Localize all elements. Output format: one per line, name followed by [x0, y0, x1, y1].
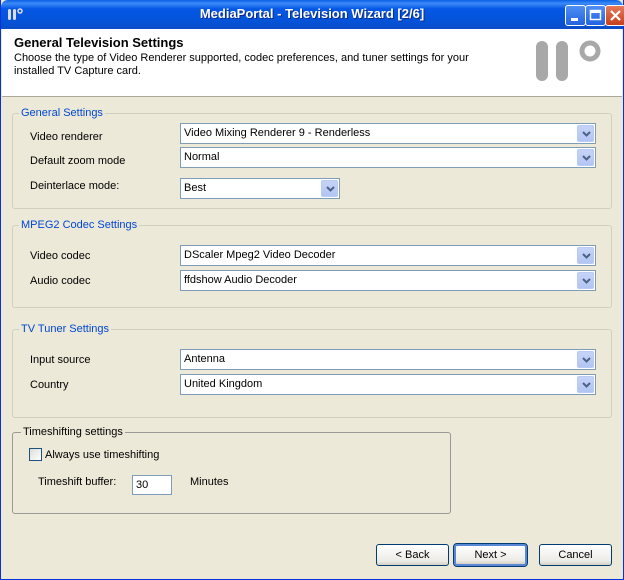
cancel-button[interactable]: Cancel [539, 544, 612, 566]
deinterlace-label: Deinterlace mode: [30, 180, 120, 192]
mediaportal-logo [536, 40, 601, 81]
zoom-mode-value: Normal [184, 151, 220, 163]
input-source-select[interactable]: Antenna [180, 349, 596, 370]
country-select[interactable]: United Kingdom [180, 374, 596, 395]
timeshift-unit-label: Minutes [190, 476, 229, 488]
next-button[interactable]: Next > [453, 543, 528, 567]
input-source-label: Input source [30, 354, 91, 366]
deinterlace-value: Best [184, 182, 207, 194]
country-label: Country [30, 379, 69, 391]
chevron-down-icon [582, 155, 591, 161]
video-renderer-dropdown-button[interactable] [577, 125, 594, 142]
maximize-icon [589, 9, 602, 21]
chevron-down-icon [582, 357, 591, 363]
maximize-button[interactable] [585, 5, 606, 26]
mpeg2-codec-legend: MPEG2 Codec Settings [19, 219, 140, 231]
audio-codec-label: Audio codec [30, 275, 91, 287]
video-renderer-select[interactable]: Video Mixing Renderer 9 - Renderless [180, 123, 596, 144]
always-timeshift-checkbox[interactable] [29, 448, 42, 461]
audio-codec-value: ffdshow Audio Decoder [184, 274, 297, 286]
title-bar[interactable]: MediaPortal - Television Wizard [2/6] [1, 0, 624, 29]
audio-codec-select[interactable]: ffdshow Audio Decoder [180, 270, 596, 291]
zoom-mode-select[interactable]: Normal [180, 147, 596, 168]
tv-tuner-legend: TV Tuner Settings [19, 323, 112, 335]
audio-codec-dropdown-button[interactable] [577, 272, 594, 289]
page-title: General Television Settings [14, 35, 184, 50]
timeshift-buffer-label: Timeshift buffer: [38, 476, 117, 488]
chevron-down-icon [582, 131, 591, 137]
minimize-button[interactable] [565, 5, 586, 26]
minimize-icon [571, 18, 578, 21]
timeshift-buffer-input[interactable]: 30 [132, 475, 172, 495]
mpeg2-codec-group: MPEG2 Codec Settings [12, 219, 612, 308]
chevron-down-icon [326, 186, 335, 192]
close-button[interactable] [605, 5, 624, 26]
video-codec-select[interactable]: DScaler Mpeg2 Video Decoder [180, 245, 596, 266]
video-codec-value: DScaler Mpeg2 Video Decoder [184, 249, 336, 261]
chevron-down-icon [582, 278, 591, 284]
country-value: United Kingdom [184, 378, 263, 390]
deinterlace-select[interactable]: Best [180, 178, 340, 199]
video-codec-label: Video codec [30, 250, 91, 262]
deinterlace-dropdown-button[interactable] [321, 180, 338, 197]
window-title: MediaPortal - Television Wizard [2/6] [199, 6, 425, 21]
video-codec-dropdown-button[interactable] [577, 247, 594, 264]
timeshifting-legend: Timeshifting settings [21, 426, 125, 438]
wizard-header: General Television Settings Choose the t… [2, 29, 622, 97]
always-timeshift-label[interactable]: Always use timeshifting [45, 449, 159, 461]
general-settings-legend: General Settings [19, 107, 105, 119]
zoom-mode-dropdown-button[interactable] [577, 149, 594, 166]
zoom-mode-label: Default zoom mode [30, 155, 126, 167]
page-description: Choose the type of Video Renderer suppor… [14, 52, 469, 77]
video-renderer-label: Video renderer [30, 131, 103, 143]
input-source-dropdown-button[interactable] [577, 351, 594, 368]
timeshifting-group: Timeshifting settings [12, 426, 451, 514]
chevron-down-icon [582, 382, 591, 388]
input-source-value: Antenna [184, 353, 225, 365]
video-renderer-value: Video Mixing Renderer 9 - Renderless [184, 127, 371, 139]
close-icon [610, 10, 621, 21]
back-button[interactable]: < Back [376, 544, 449, 566]
country-dropdown-button[interactable] [577, 376, 594, 393]
wizard-window: MediaPortal - Television Wizard [2/6] Ge… [0, 0, 624, 580]
chevron-down-icon [582, 253, 591, 259]
